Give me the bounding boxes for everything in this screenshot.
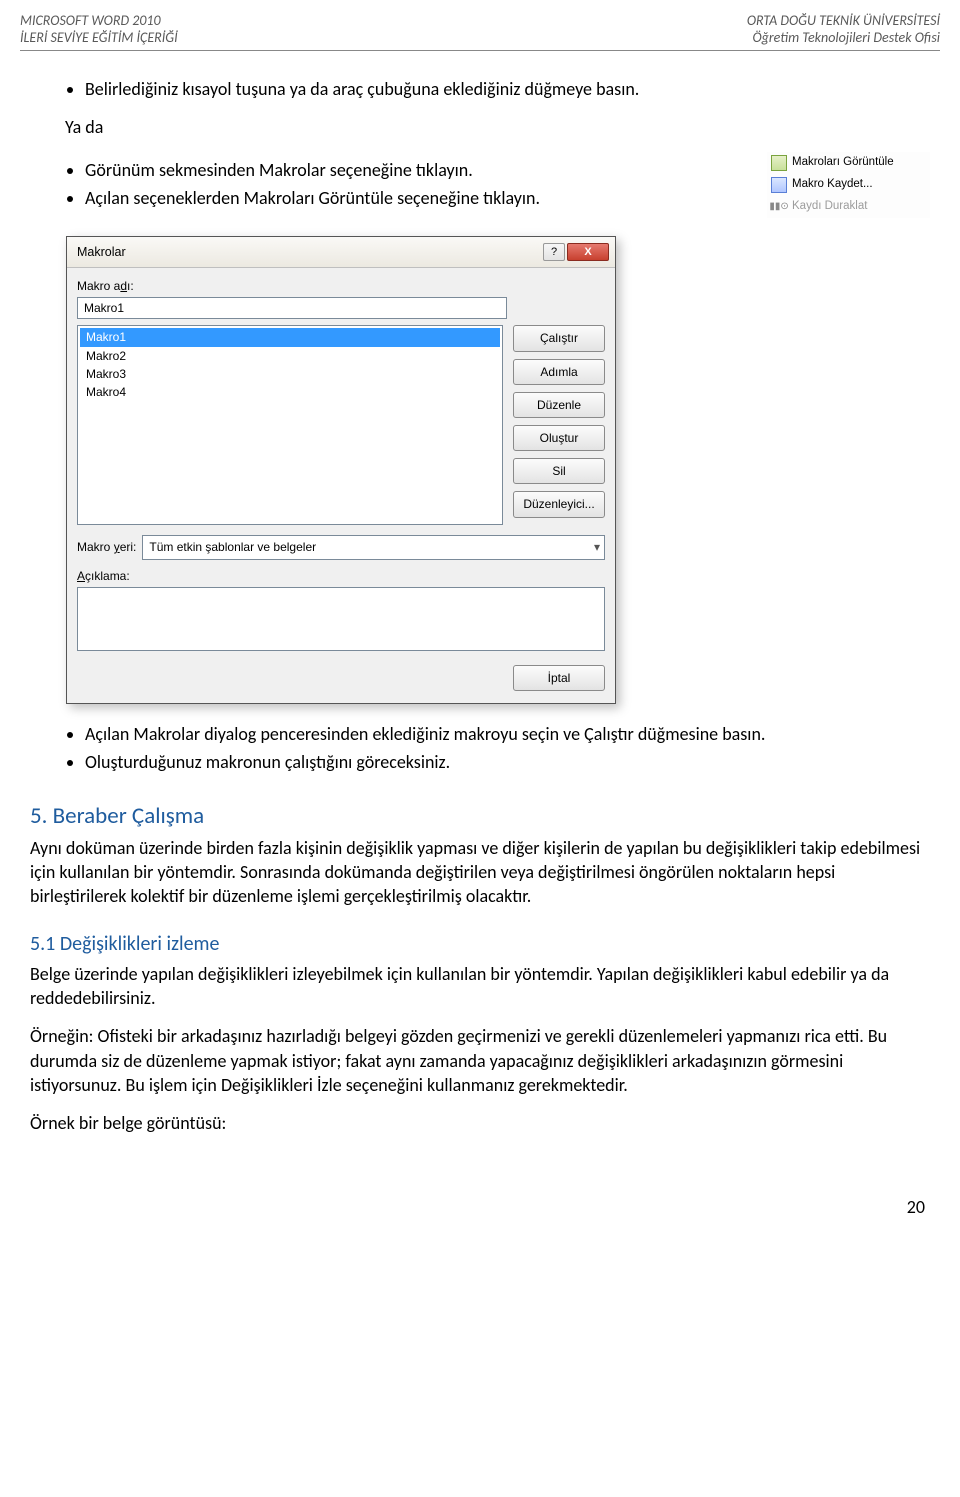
label-part: ı: bbox=[127, 279, 134, 293]
header-right-bottom: Öğretim Teknolojileri Destek Ofisi bbox=[747, 29, 940, 46]
section-5-heading: 5. Beraber Çalışma bbox=[30, 801, 930, 832]
list-item: Oluşturduğunuz makronun çalıştığını göre… bbox=[85, 750, 930, 774]
header-right-top: ORTA DOĞU TEKNİK ÜNİVERSİTESİ bbox=[747, 12, 940, 29]
macros-dropdown-menu: Makroları Görüntüle Makro Kaydet... ▮▮⊙ … bbox=[767, 152, 930, 218]
section-5-1-paragraph-1: Belge üzerinde yapılan değişiklikleri iz… bbox=[30, 962, 930, 1011]
dialog-titlebar: Makrolar ? X bbox=[67, 237, 615, 268]
list-item: Açılan Makrolar diyalog penceresinden ek… bbox=[85, 722, 930, 746]
run-button[interactable]: Çalıştır bbox=[513, 325, 605, 351]
list-item: Belirlediğiniz kısayol tuşuna ya da araç… bbox=[85, 77, 930, 101]
macro-location-label: Makro yeri: bbox=[77, 539, 136, 555]
or-text: Ya da bbox=[65, 115, 930, 139]
list-item[interactable]: Makro2 bbox=[80, 347, 500, 365]
titlebar-controls: ? X bbox=[543, 243, 609, 261]
macro-name-input[interactable] bbox=[77, 297, 507, 319]
macro-name-label: Makro adı: bbox=[77, 278, 605, 294]
label-part: Makro a bbox=[77, 279, 120, 293]
dialog-title: Makrolar bbox=[77, 244, 126, 261]
label-accelerator: A bbox=[77, 569, 85, 583]
description-textarea[interactable] bbox=[77, 587, 605, 651]
list-item: Görünüm sekmesinden Makrolar seçeneğine … bbox=[85, 158, 747, 182]
section-5-1-heading: 5.1 Değişiklikleri izleme bbox=[30, 931, 930, 958]
cancel-button[interactable]: İptal bbox=[513, 665, 605, 691]
menu-item-pause-recording: ▮▮⊙ Kaydı Duraklat bbox=[767, 196, 930, 218]
menu-item-label: Makroları Görüntüle bbox=[792, 155, 894, 171]
menu-item-record-macro[interactable]: Makro Kaydet... bbox=[767, 174, 930, 196]
delete-button[interactable]: Sil bbox=[513, 458, 605, 484]
header-left-top: MICROSOFT WORD 2010 bbox=[20, 12, 178, 29]
section-5-paragraph: Aynı doküman üzerinde birden fazla kişin… bbox=[30, 836, 930, 909]
dialog-button-column: Çalıştır Adımla Düzenle Oluştur Sil Düze… bbox=[513, 325, 605, 525]
macro-location-select[interactable]: Tüm etkin şablonlar ve belgeler bbox=[142, 535, 605, 559]
step-button[interactable]: Adımla bbox=[513, 359, 605, 385]
row-with-side-menu: Görünüm sekmesinden Makrolar seçeneğine … bbox=[30, 150, 930, 225]
record-macro-icon bbox=[771, 177, 787, 193]
section-5-1-paragraph-2: Örneğin: Ofisteki bir arkadaşınız hazırl… bbox=[30, 1024, 930, 1097]
pause-icon: ▮▮⊙ bbox=[771, 199, 787, 215]
section-5-1-paragraph-3: Örnek bir belge görüntüsü: bbox=[30, 1111, 930, 1135]
list-item[interactable]: Makro4 bbox=[80, 383, 500, 401]
bullet-list-1: Belirlediğiniz kısayol tuşuna ya da araç… bbox=[30, 77, 930, 101]
macros-dialog: Makrolar ? X Makro adı: Makro1 Makro2 Ma… bbox=[66, 236, 616, 704]
edit-button[interactable]: Düzenle bbox=[513, 392, 605, 418]
menu-item-view-macros[interactable]: Makroları Görüntüle bbox=[767, 152, 930, 174]
close-button[interactable]: X bbox=[567, 243, 609, 261]
view-macros-icon bbox=[771, 155, 787, 171]
header-right: ORTA DOĞU TEKNİK ÜNİVERSİTESİ Öğretim Te… bbox=[747, 12, 940, 46]
description-field: Açıklama: bbox=[77, 568, 605, 655]
left-text-col: Görünüm sekmesinden Makrolar seçeneğine … bbox=[30, 150, 747, 225]
dialog-footer: İptal bbox=[77, 665, 605, 691]
page-number: 20 bbox=[30, 1195, 930, 1219]
macro-listbox[interactable]: Makro1 Makro2 Makro3 Makro4 bbox=[77, 325, 503, 525]
header-left: MICROSOFT WORD 2010 İLERİ SEVİYE EĞİTİM … bbox=[20, 12, 178, 46]
macro-location-row: Makro yeri: Tüm etkin şablonlar ve belge… bbox=[77, 535, 605, 559]
header-left-bottom: İLERİ SEVİYE EĞİTİM İÇERİĞİ bbox=[20, 29, 178, 46]
list-item: Açılan seçeneklerden Makroları Görüntüle… bbox=[85, 186, 747, 210]
list-item[interactable]: Makro1 bbox=[80, 328, 500, 346]
bullet-list-2: Görünüm sekmesinden Makrolar seçeneğine … bbox=[30, 158, 747, 211]
menu-item-label: Kaydı Duraklat bbox=[792, 199, 867, 215]
list-item[interactable]: Makro3 bbox=[80, 365, 500, 383]
label-part: Makro bbox=[77, 540, 114, 554]
help-button[interactable]: ? bbox=[543, 243, 565, 261]
macro-name-field: Makro adı: bbox=[77, 278, 605, 319]
organizer-button[interactable]: Düzenleyici... bbox=[513, 491, 605, 517]
description-label: Açıklama: bbox=[77, 568, 605, 584]
page-header: MICROSOFT WORD 2010 İLERİ SEVİYE EĞİTİM … bbox=[20, 0, 940, 51]
create-button[interactable]: Oluştur bbox=[513, 425, 605, 451]
dialog-body: Makro adı: Makro1 Makro2 Makro3 Makro4 Ç… bbox=[67, 268, 615, 703]
dialog-main-row: Makro1 Makro2 Makro3 Makro4 Çalıştır Adı… bbox=[77, 325, 605, 525]
label-part: eri: bbox=[120, 540, 137, 554]
page-content: Belirlediğiniz kısayol tuşuna ya da araç… bbox=[20, 51, 940, 1220]
label-part: çıklama: bbox=[85, 569, 130, 583]
menu-item-label: Makro Kaydet... bbox=[792, 177, 873, 193]
bullet-list-3: Açılan Makrolar diyalog penceresinden ek… bbox=[30, 722, 930, 775]
